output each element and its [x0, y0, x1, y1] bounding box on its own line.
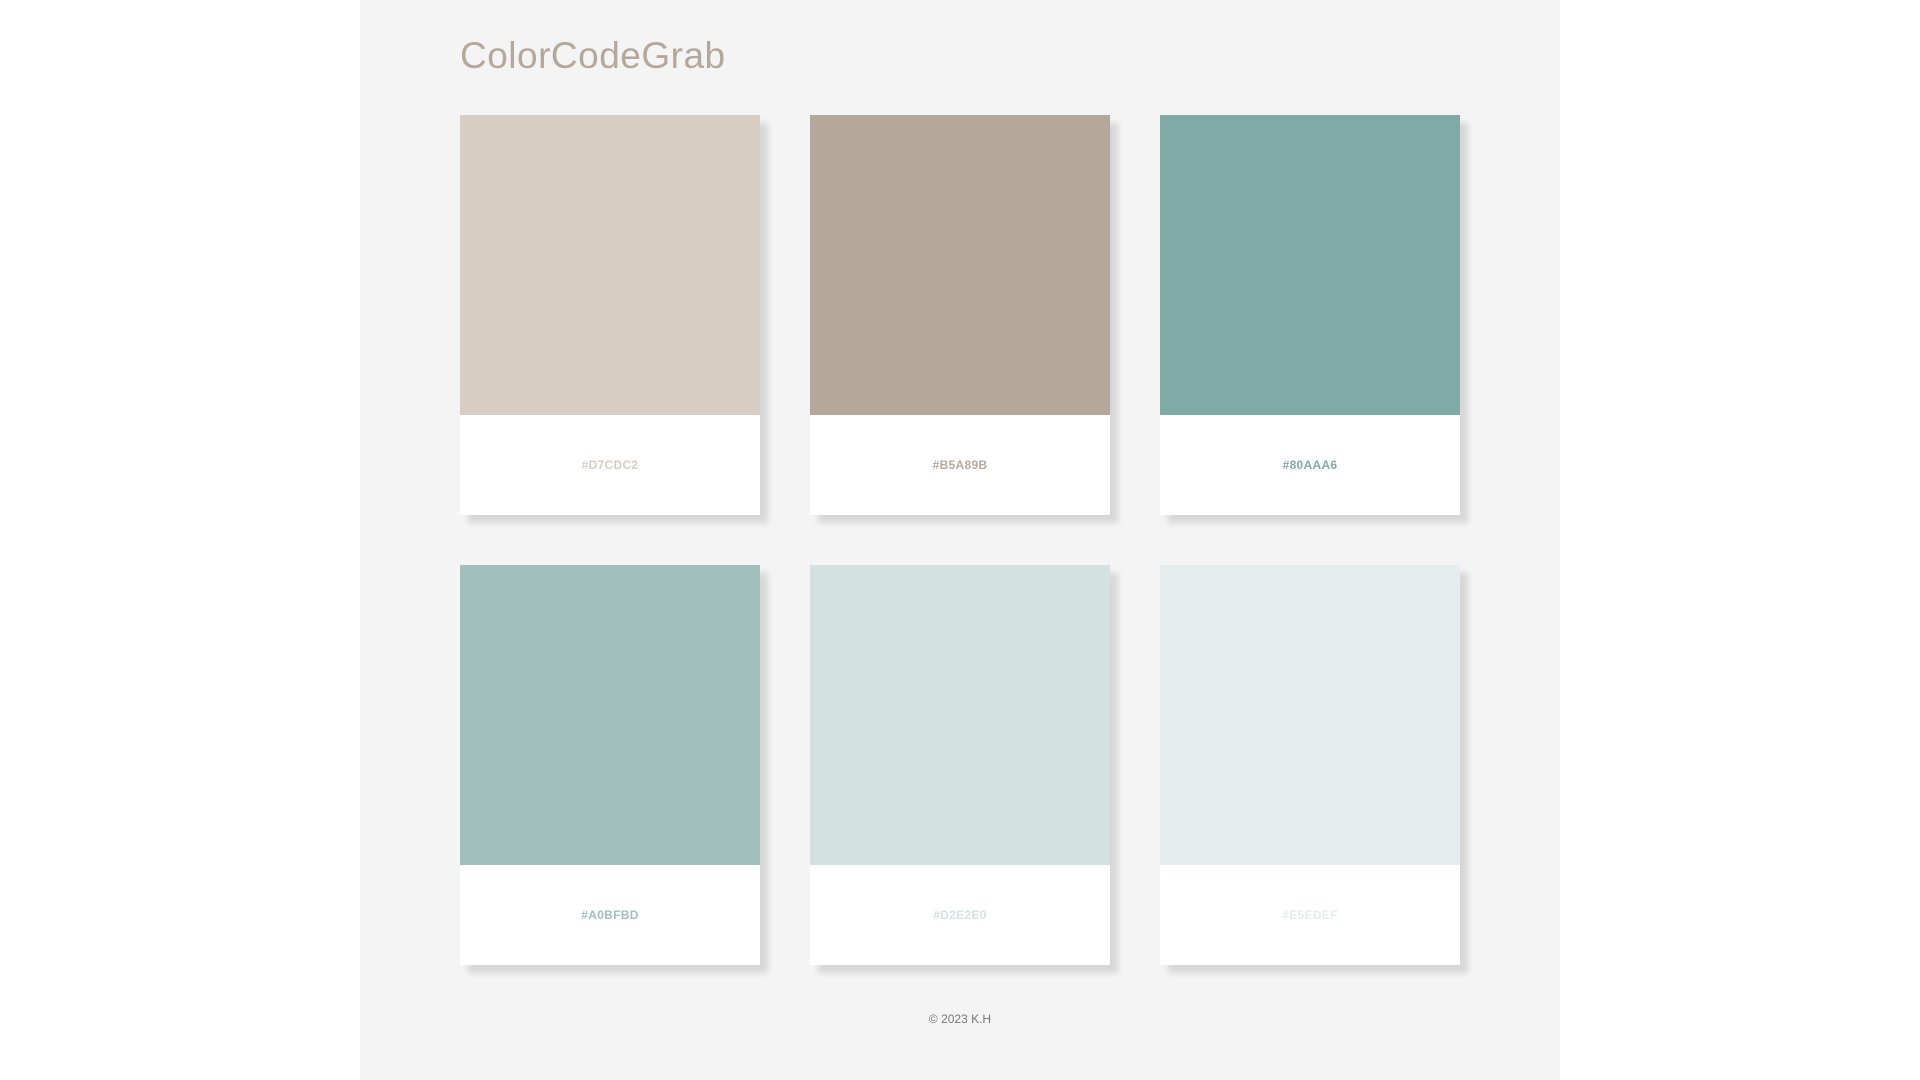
- color-swatch[interactable]: [1160, 115, 1460, 415]
- color-code[interactable]: #80AAA6: [1160, 415, 1460, 515]
- page-container: ColorCodeGrab #D7CDC2 #B5A89B #80AAA6 #A…: [360, 0, 1560, 1080]
- color-swatch[interactable]: [810, 565, 1110, 865]
- color-swatch[interactable]: [810, 115, 1110, 415]
- color-grid: #D7CDC2 #B5A89B #80AAA6 #A0BFBD #D2E2E0 …: [460, 115, 1460, 965]
- site-title: ColorCodeGrab: [460, 35, 726, 76]
- color-code[interactable]: #B5A89B: [810, 415, 1110, 515]
- color-card[interactable]: #B5A89B: [810, 115, 1110, 515]
- footer-copyright: © 2023 K.H: [928, 1012, 992, 1026]
- color-code[interactable]: #A0BFBD: [460, 865, 760, 965]
- color-swatch[interactable]: [1160, 565, 1460, 865]
- color-code[interactable]: #D2E2E0: [810, 865, 1110, 965]
- color-card[interactable]: #D2E2E0: [810, 565, 1110, 965]
- color-code[interactable]: #E5EDEF: [1160, 865, 1460, 965]
- color-swatch[interactable]: [460, 565, 760, 865]
- color-swatch[interactable]: [460, 115, 760, 415]
- color-card[interactable]: #80AAA6: [1160, 115, 1460, 515]
- color-card[interactable]: #E5EDEF: [1160, 565, 1460, 965]
- color-code[interactable]: #D7CDC2: [460, 415, 760, 515]
- color-card[interactable]: #D7CDC2: [460, 115, 760, 515]
- color-card[interactable]: #A0BFBD: [460, 565, 760, 965]
